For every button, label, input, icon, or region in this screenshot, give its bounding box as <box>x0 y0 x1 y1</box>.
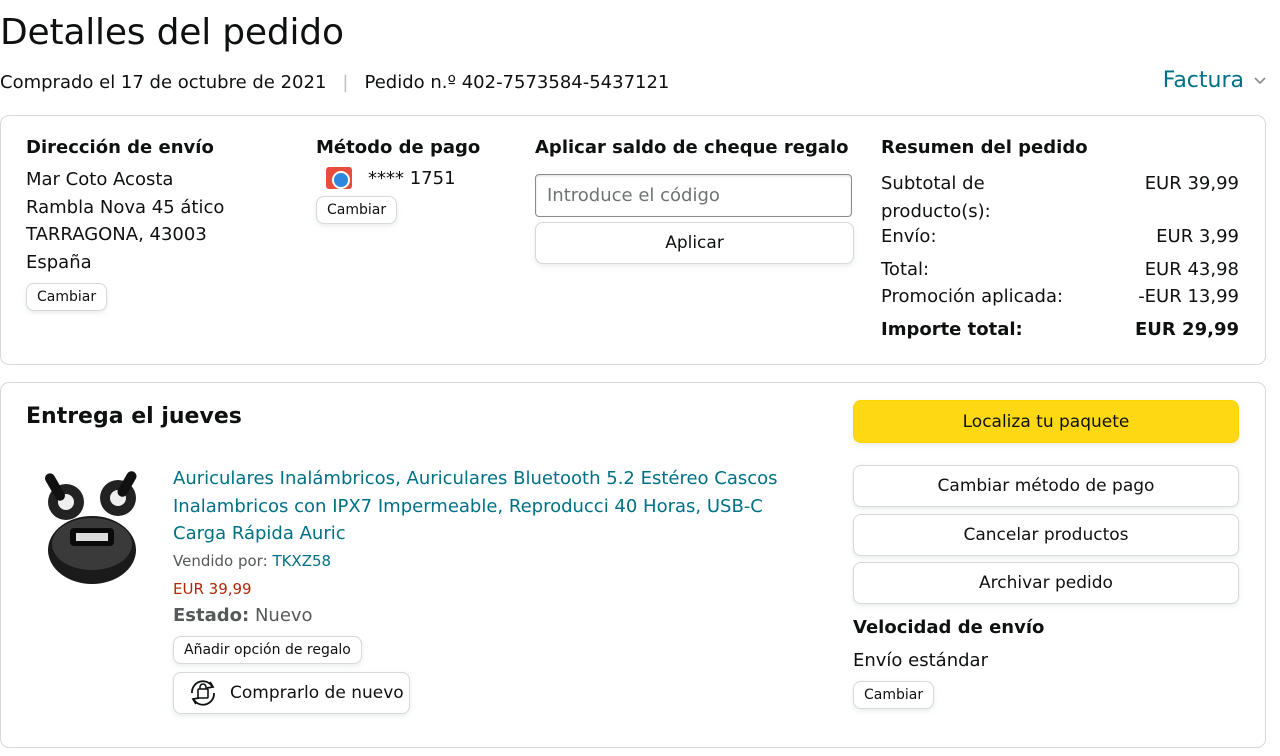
address-line: Mar Coto Acosta <box>26 169 174 190</box>
change-payment-method-button[interactable]: Cambiar método de pago <box>853 465 1239 507</box>
buy-again-button[interactable]: Comprarlo de nuevo <box>173 672 410 714</box>
payment-method-section: Método de pago **** 1751 Cambiar <box>316 137 480 224</box>
order-meta: Comprado el 17 de octubre de 2021 | Pedi… <box>0 72 669 93</box>
gift-code-input[interactable] <box>535 174 852 217</box>
page-title: Detalles del pedido <box>0 12 344 53</box>
track-package-button[interactable]: Localiza tu paquete <box>853 400 1239 443</box>
shipping-speed-value: Envío estándar <box>853 650 988 671</box>
purchase-date: Comprado el 17 de octubre de 2021 <box>0 72 327 93</box>
shipping-address-section: Dirección de envío Mar Coto Acosta Rambl… <box>26 137 224 311</box>
subtotal-label-2: producto(s): <box>881 201 991 222</box>
chevron-down-icon <box>1254 73 1266 89</box>
total-value: EUR 43,98 <box>1144 259 1239 280</box>
gift-option-button[interactable]: Añadir opción de regalo <box>173 636 362 664</box>
summary-title: Resumen del pedido <box>881 137 1088 158</box>
shipping-cost-label: Envío: <box>881 226 937 247</box>
delivery-title: Entrega el jueves <box>26 404 242 429</box>
product-price: EUR 39,99 <box>173 580 252 598</box>
change-speed-button[interactable]: Cambiar <box>853 681 935 709</box>
subtotal-label: Subtotal de <box>881 173 985 194</box>
promo-value: -EUR 13,99 <box>1138 286 1239 307</box>
sold-by: Vendido por: TKXZ58 <box>173 552 331 570</box>
grand-total-row: Importe total: EUR 29,99 <box>881 319 1239 340</box>
promo-row: Promoción aplicada: -EUR 13,99 <box>881 286 1239 307</box>
card-number: **** 1751 <box>368 167 456 189</box>
shipping-title: Dirección de envío <box>26 137 214 158</box>
change-payment-button[interactable]: Cambiar <box>316 196 398 224</box>
shipping-speed-title: Velocidad de envío <box>853 617 1045 638</box>
grand-total-label: Importe total: <box>881 319 1023 340</box>
total-row: Total: EUR 43,98 <box>881 259 1239 280</box>
shipping-cost-value: EUR 3,99 <box>1156 226 1239 247</box>
buy-again-icon <box>186 678 220 708</box>
payment-title: Método de pago <box>316 137 481 158</box>
address-line: Rambla Nova 45 ático <box>26 196 225 218</box>
address-line: TARRAGONA, 43003 <box>26 224 207 245</box>
subtotal-value: EUR 39,99 <box>1144 173 1239 194</box>
invoice-label: Factura <box>1162 68 1244 93</box>
condition: Estado: Nuevo <box>173 605 313 626</box>
product-title-link[interactable]: Auriculares Inalámbricos, Auriculares Bl… <box>173 465 813 548</box>
archive-order-button[interactable]: Archivar pedido <box>853 562 1239 604</box>
total-label: Total: <box>881 259 930 280</box>
order-number: Pedido n.º 402-7573584-5437121 <box>364 72 670 93</box>
sold-by-label: Vendido por: <box>173 552 268 570</box>
buy-again-label: Comprarlo de nuevo <box>230 683 404 703</box>
gift-card-title: Aplicar saldo de cheque regalo <box>535 137 849 158</box>
grand-total-value: EUR 29,99 <box>1135 319 1239 340</box>
seller-link[interactable]: TKXZ58 <box>272 552 331 570</box>
invoice-dropdown[interactable]: Factura <box>1163 68 1266 93</box>
shipping-cost-row: Envío: EUR 3,99 <box>881 226 1239 247</box>
cancel-items-button[interactable]: Cancelar productos <box>853 514 1239 556</box>
meta-separator: | <box>342 72 349 93</box>
condition-label: Estado: <box>173 605 250 626</box>
subtotal-row: Subtotal de producto(s): EUR 39,99 <box>881 170 1239 226</box>
change-address-button[interactable]: Cambiar <box>26 283 108 311</box>
credit-card-icon <box>326 167 352 189</box>
promo-label: Promoción aplicada: <box>881 286 1064 307</box>
apply-gift-button[interactable]: Aplicar <box>535 222 854 264</box>
condition-value: Nuevo <box>254 605 313 626</box>
product-image[interactable] <box>36 466 148 590</box>
address-line: España <box>26 251 92 273</box>
